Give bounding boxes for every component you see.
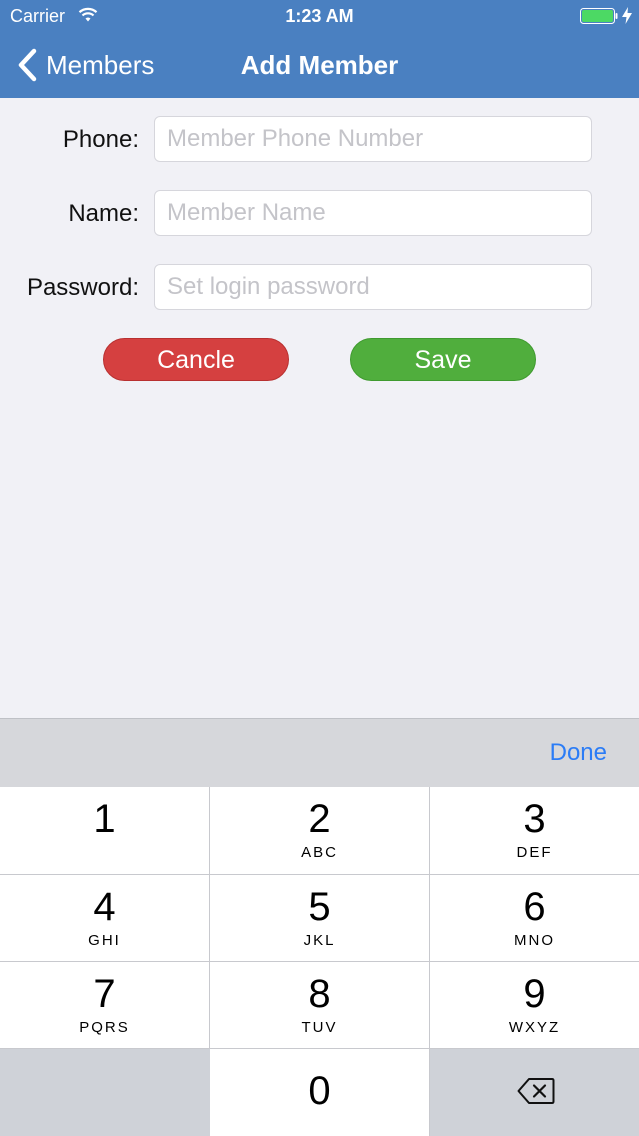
phone-label: Phone: <box>62 126 139 153</box>
password-input[interactable] <box>154 264 592 310</box>
key-digit: 3 <box>523 797 546 841</box>
save-button[interactable]: Save <box>350 338 536 381</box>
numeric-keyboard: Done 1 2 ABC 3 DEF 4 GHI 5 JKL 6 MNO 7 P… <box>0 718 639 1136</box>
blank-key <box>0 1049 210 1136</box>
key-2[interactable]: 2 ABC <box>210 787 430 875</box>
phone-input[interactable] <box>154 116 592 162</box>
key-letters: ABC <box>301 844 338 861</box>
key-7[interactable]: 7 PQRS <box>0 962 210 1049</box>
key-letters: MNO <box>514 932 555 949</box>
backspace-icon <box>517 1078 555 1104</box>
key-4[interactable]: 4 GHI <box>0 875 210 962</box>
key-0[interactable]: 0 <box>210 1049 430 1136</box>
key-digit: 4 <box>93 885 116 929</box>
key-digit: 6 <box>523 885 546 929</box>
add-member-screen: Carrier 1:23 AM Members Add Member Phone… <box>0 0 639 1136</box>
cancel-button[interactable]: Cancle <box>103 338 289 381</box>
key-letters: GHI <box>88 932 121 949</box>
phone-row: Phone: <box>0 116 639 164</box>
key-6[interactable]: 6 MNO <box>430 875 639 962</box>
header: Carrier 1:23 AM Members Add Member <box>0 0 639 98</box>
keypad: 1 2 ABC 3 DEF 4 GHI 5 JKL 6 MNO 7 PQRS 8… <box>0 787 639 1136</box>
status-bar: Carrier 1:23 AM <box>0 0 639 32</box>
key-digit: 7 <box>93 972 116 1016</box>
key-digit: 2 <box>308 797 331 841</box>
key-digit: 1 <box>93 797 116 841</box>
battery-icon <box>580 8 618 24</box>
key-9[interactable]: 9 WXYZ <box>430 962 639 1049</box>
password-label: Password: <box>26 274 139 301</box>
key-digit: 9 <box>523 972 546 1016</box>
key-letters: TUV <box>301 1019 338 1036</box>
keyboard-toolbar: Done <box>0 719 639 787</box>
status-time: 1:23 AM <box>285 6 354 26</box>
key-5[interactable]: 5 JKL <box>210 875 430 962</box>
page-title: Add Member <box>240 50 399 80</box>
key-8[interactable]: 8 TUV <box>210 962 430 1049</box>
key-digit: 5 <box>308 885 331 929</box>
key-letters: WXYZ <box>508 1019 561 1036</box>
key-1[interactable]: 1 <box>0 787 210 875</box>
key-digit: 8 <box>308 972 331 1016</box>
name-label: Name: <box>68 200 139 227</box>
bolt-icon <box>622 7 632 24</box>
name-input[interactable] <box>154 190 592 236</box>
key-3[interactable]: 3 DEF <box>430 787 639 875</box>
key-digit: 0 <box>308 1069 331 1113</box>
key-letters: DEF <box>516 844 553 861</box>
navigation-bar: Members Add Member <box>0 32 639 98</box>
delete-key[interactable] <box>430 1049 639 1136</box>
password-row: Password: <box>0 264 639 312</box>
key-letters: PQRS <box>79 1019 130 1036</box>
key-letters: JKL <box>303 932 336 949</box>
done-button[interactable]: Done <box>550 739 607 767</box>
name-row: Name: <box>0 190 639 238</box>
